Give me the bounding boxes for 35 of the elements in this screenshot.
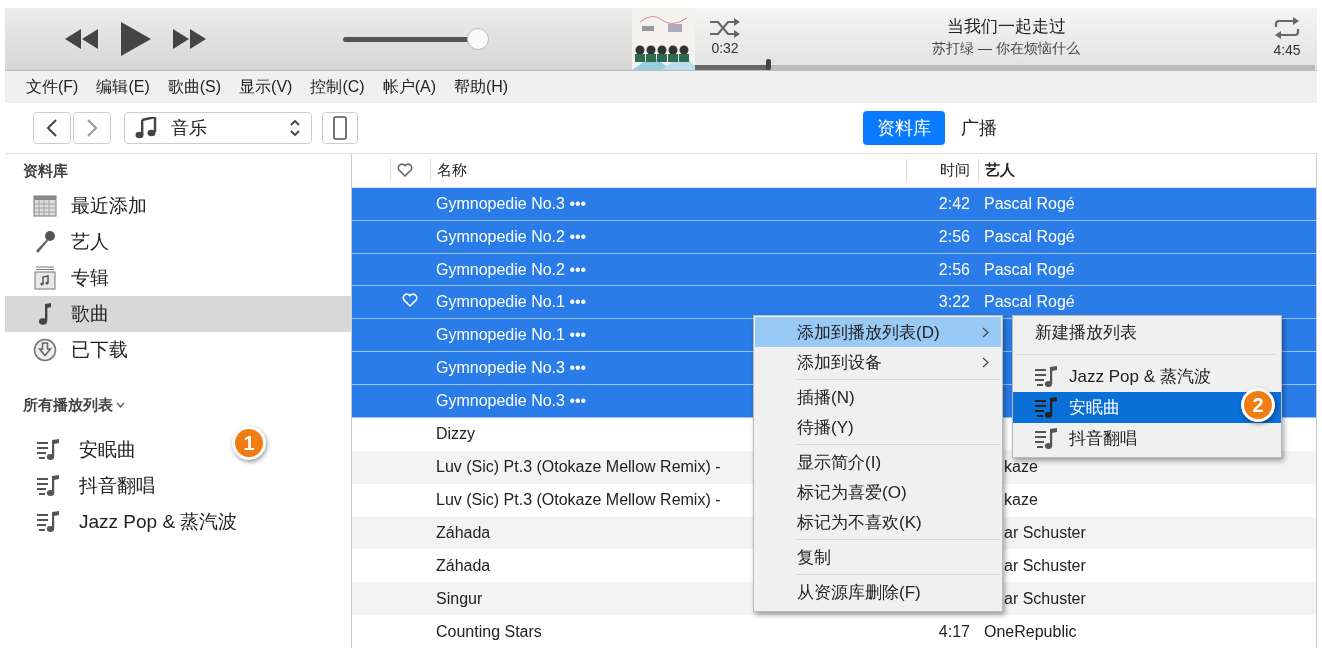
- table-cell-text: Pascal Rogé: [983, 293, 1075, 312]
- table-cell-text: Pascal Rogé: [983, 227, 1075, 246]
- table-cell-text: Gymnopedie No.2 •••: [435, 227, 587, 246]
- table-cell-text: 2:56: [937, 227, 971, 246]
- table-cell-text: OneRepublic: [983, 622, 1077, 641]
- table-cell-text: 4:17: [937, 622, 971, 641]
- table-cell-text: Pascal Rogé: [983, 194, 1075, 213]
- table-cell-text: 2:56: [937, 260, 971, 279]
- table-cell-text: Gymnopedie No.3 •••: [435, 359, 587, 378]
- table-cell-text: 3:22: [937, 293, 971, 312]
- table-cell-text: Pascal Rogé: [983, 260, 1075, 279]
- table-cell-text: ar Schuster: [1003, 556, 1086, 575]
- duration: 4:45: [1273, 41, 1301, 58]
- callout-badge: 1: [232, 426, 266, 460]
- table-cell-text: Gymnopedie No.3 •••: [435, 194, 587, 213]
- table-cell-text: kaze: [1003, 458, 1038, 477]
- table-cell-text: Záhada: [435, 556, 491, 575]
- table-cell-text: Gymnopedie No.3 •••: [435, 392, 587, 411]
- table-cell-text: Counting Stars: [435, 622, 542, 641]
- table-cell-text: ar Schuster: [1003, 589, 1086, 608]
- table-cell-text: Singur: [435, 589, 483, 608]
- section-heading: 资料库: [23, 162, 68, 179]
- table-cell-text: Gymnopedie No.2 •••: [435, 260, 587, 279]
- elapsed-time: 0:32: [711, 39, 739, 56]
- table-cell-text: Luv (Sic) Pt.3 (Otokaze Mellow Remix) -: [435, 458, 721, 477]
- table-cell-text: Gymnopedie No.1 •••: [435, 326, 587, 345]
- song-title: 当我们一起走过: [946, 16, 1066, 38]
- table-cell-text: ar Schuster: [1003, 524, 1086, 542]
- song-subtitle: 苏打绿 — 你在烦恼什么: [932, 40, 1080, 58]
- table-cell-text: Dizzy: [435, 425, 476, 444]
- table-cell-text: Záhada: [435, 524, 491, 542]
- table-cell-text: 2:42: [937, 194, 971, 213]
- table-cell-text: Gymnopedie No.1 •••: [435, 293, 587, 312]
- table-cell-text: kaze: [1003, 491, 1038, 510]
- table-cell-text: Luv (Sic) Pt.3 (Otokaze Mellow Remix) -: [435, 491, 721, 510]
